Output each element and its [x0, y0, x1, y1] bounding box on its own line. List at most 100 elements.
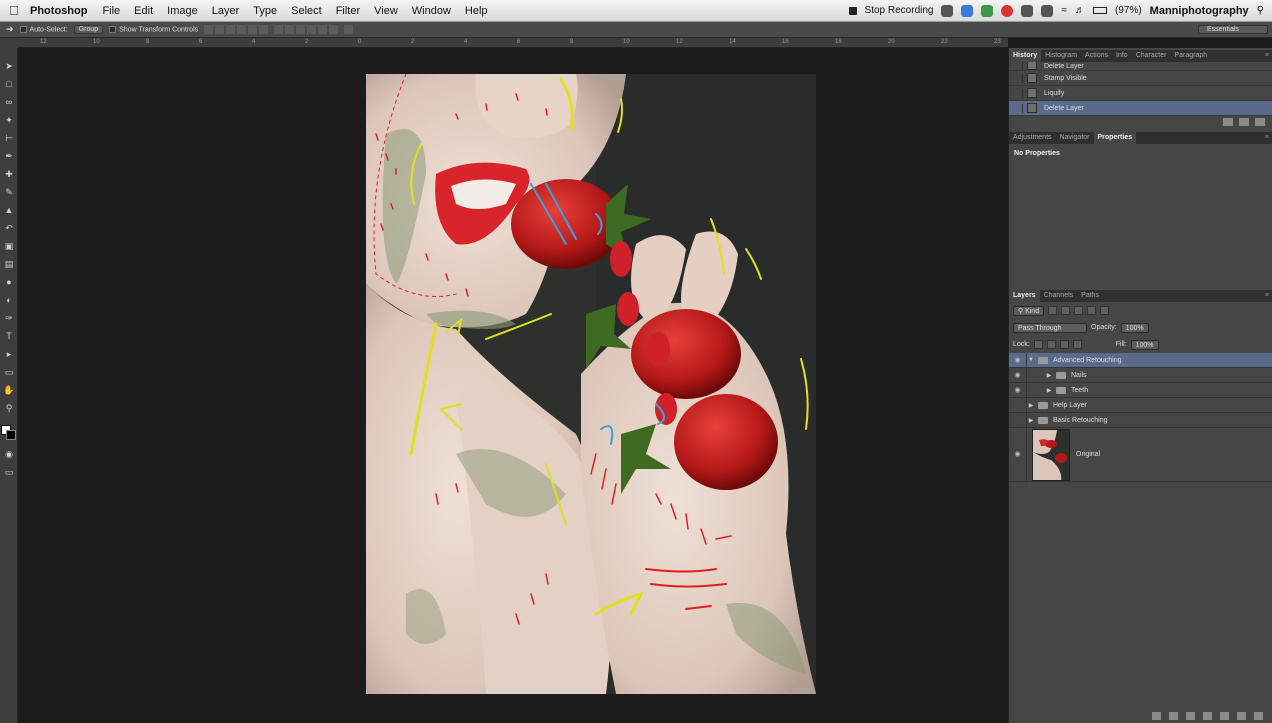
wifi-icon[interactable]: ≈: [1061, 5, 1067, 16]
healing-brush-icon[interactable]: ✚: [3, 168, 15, 180]
type-tool-icon[interactable]: T: [3, 330, 15, 342]
filter-smart-object-icon[interactable]: [1100, 306, 1110, 315]
panel-menu-icon[interactable]: ≡: [1261, 290, 1272, 302]
display-icon[interactable]: [1041, 4, 1054, 17]
layer-original[interactable]: ◉ Original: [1009, 428, 1272, 482]
panel-menu-icon[interactable]: ≡: [1261, 50, 1272, 62]
fill-input[interactable]: 100%: [1130, 339, 1159, 350]
lock-all-icon[interactable]: [1072, 340, 1082, 349]
distribute-right-icon[interactable]: [329, 25, 339, 34]
lock-pixels-icon[interactable]: [1046, 340, 1056, 349]
visibility-eye-icon[interactable]: [1009, 398, 1027, 412]
menu-app-name[interactable]: Photoshop: [28, 5, 95, 17]
auto-align-icon[interactable]: [344, 25, 354, 34]
distribute-top-icon[interactable]: [274, 25, 284, 34]
align-center-icon[interactable]: [248, 25, 258, 34]
tab-character[interactable]: Character: [1132, 50, 1171, 62]
user-name[interactable]: Manniphotography: [1150, 5, 1249, 17]
gradient-tool-icon[interactable]: ▤: [3, 258, 15, 270]
hand-tool-icon[interactable]: ✋: [3, 384, 15, 396]
history-item[interactable]: Liquify: [1009, 86, 1272, 101]
path-selection-icon[interactable]: ▸: [3, 348, 15, 360]
panel-menu-icon[interactable]: ≡: [1261, 132, 1272, 144]
search-icon[interactable]: ⚲: [1257, 5, 1264, 16]
workspace-select[interactable]: Essentials: [1198, 25, 1268, 34]
layer-group-teeth[interactable]: ◉ ▶ Teeth: [1009, 383, 1272, 398]
quick-mask-icon[interactable]: ◉: [3, 448, 15, 460]
menu-filter[interactable]: Filter: [329, 5, 367, 17]
visibility-eye-icon[interactable]: [1009, 413, 1027, 427]
volume-icon[interactable]: ♬: [1075, 5, 1085, 16]
distribute-left-icon[interactable]: [307, 25, 317, 34]
fx-icon[interactable]: [1169, 712, 1178, 720]
trash-icon[interactable]: [1255, 118, 1265, 126]
screen-mode-icon[interactable]: ▭: [3, 466, 15, 478]
opacity-input[interactable]: 100%: [1120, 322, 1149, 333]
move-tool-icon[interactable]: ➔: [6, 24, 14, 35]
show-transform-checkbox[interactable]: Show Transform Controls: [109, 25, 198, 33]
chevron-right-icon[interactable]: ▶: [1045, 372, 1053, 379]
menu-select[interactable]: Select: [284, 5, 329, 17]
align-top-icon[interactable]: [204, 25, 214, 34]
filter-kind-select[interactable]: ⚲ Kind: [1013, 305, 1045, 316]
auto-select-checkbox[interactable]: Auto-Select:: [19, 25, 68, 33]
new-layer-icon[interactable]: [1237, 712, 1246, 720]
distribute-bottom-icon[interactable]: [296, 25, 306, 34]
filter-adjustment-icon[interactable]: [1061, 306, 1071, 315]
tab-histogram[interactable]: Histogram: [1041, 50, 1081, 62]
distribute-middle-icon[interactable]: [285, 25, 295, 34]
tab-history[interactable]: History: [1009, 50, 1042, 62]
history-item-active[interactable]: Delete Layer: [1009, 101, 1272, 116]
history-brush-icon[interactable]: ↶: [3, 222, 15, 234]
visibility-eye-icon[interactable]: ◉: [1009, 428, 1027, 481]
tab-layers[interactable]: Layers: [1009, 290, 1040, 302]
distribute-center-icon[interactable]: [318, 25, 328, 34]
stop-recording-icon[interactable]: [848, 6, 857, 15]
align-left-icon[interactable]: [237, 25, 247, 34]
clone-stamp-icon[interactable]: ▲: [3, 204, 15, 216]
tray-icon-2[interactable]: [961, 4, 974, 17]
eraser-icon[interactable]: ▣: [3, 240, 15, 252]
layer-group-basic-retouching[interactable]: ▶ Basic Retouching: [1009, 413, 1272, 428]
brush-tool-icon[interactable]: ✎: [3, 186, 15, 198]
align-middle-icon[interactable]: [215, 25, 225, 34]
lock-position-icon[interactable]: [1059, 340, 1069, 349]
chevron-down-icon[interactable]: ▼: [1027, 357, 1035, 363]
history-item[interactable]: Stamp Visible: [1009, 71, 1272, 86]
horizontal-ruler[interactable]: 12 10 8 6 4 2 0 2 4 6 8 10 12 14 16 18 20 22 23: [18, 38, 1008, 48]
tab-adjustments[interactable]: Adjustments: [1009, 132, 1056, 144]
menu-image[interactable]: Image: [160, 5, 205, 17]
menu-help[interactable]: Help: [458, 5, 495, 17]
history-item[interactable]: Delete Layer: [1009, 62, 1272, 71]
menu-window[interactable]: Window: [405, 5, 458, 17]
chevron-right-icon[interactable]: ▶: [1027, 402, 1035, 409]
trash-icon[interactable]: [1254, 712, 1263, 720]
group-select[interactable]: Group: [73, 25, 104, 34]
align-bottom-icon[interactable]: [226, 25, 236, 34]
tray-icon-3[interactable]: [981, 4, 994, 17]
align-right-icon[interactable]: [259, 25, 269, 34]
lasso-tool-icon[interactable]: ∞: [3, 96, 15, 108]
menu-layer[interactable]: Layer: [205, 5, 247, 17]
filter-shape-icon[interactable]: [1087, 306, 1097, 315]
new-group-icon[interactable]: [1220, 712, 1229, 720]
shape-tool-icon[interactable]: ▭: [3, 366, 15, 378]
menu-type[interactable]: Type: [246, 5, 284, 17]
zoom-tool-icon[interactable]: ⚲: [3, 402, 15, 414]
magic-wand-icon[interactable]: ✦: [3, 114, 15, 126]
layer-group-nails[interactable]: ◉ ▶ Nails: [1009, 368, 1272, 383]
adjustment-layer-icon[interactable]: [1203, 712, 1212, 720]
menu-file[interactable]: File: [95, 5, 127, 17]
marquee-tool-icon[interactable]: □: [3, 78, 15, 90]
filter-type-icon[interactable]: [1074, 306, 1084, 315]
tab-properties[interactable]: Properties: [1093, 132, 1137, 144]
canvas-area[interactable]: [18, 48, 1008, 723]
dodge-tool-icon[interactable]: ◐: [3, 294, 15, 306]
tray-icon-1[interactable]: [941, 4, 954, 17]
menu-view[interactable]: View: [367, 5, 405, 17]
battery-icon[interactable]: [1092, 7, 1107, 14]
filter-pixel-icon[interactable]: [1048, 306, 1058, 315]
visibility-eye-icon[interactable]: ◉: [1009, 353, 1027, 367]
chevron-right-icon[interactable]: ▶: [1045, 387, 1053, 394]
blend-mode-select[interactable]: Pass Through: [1013, 322, 1087, 333]
